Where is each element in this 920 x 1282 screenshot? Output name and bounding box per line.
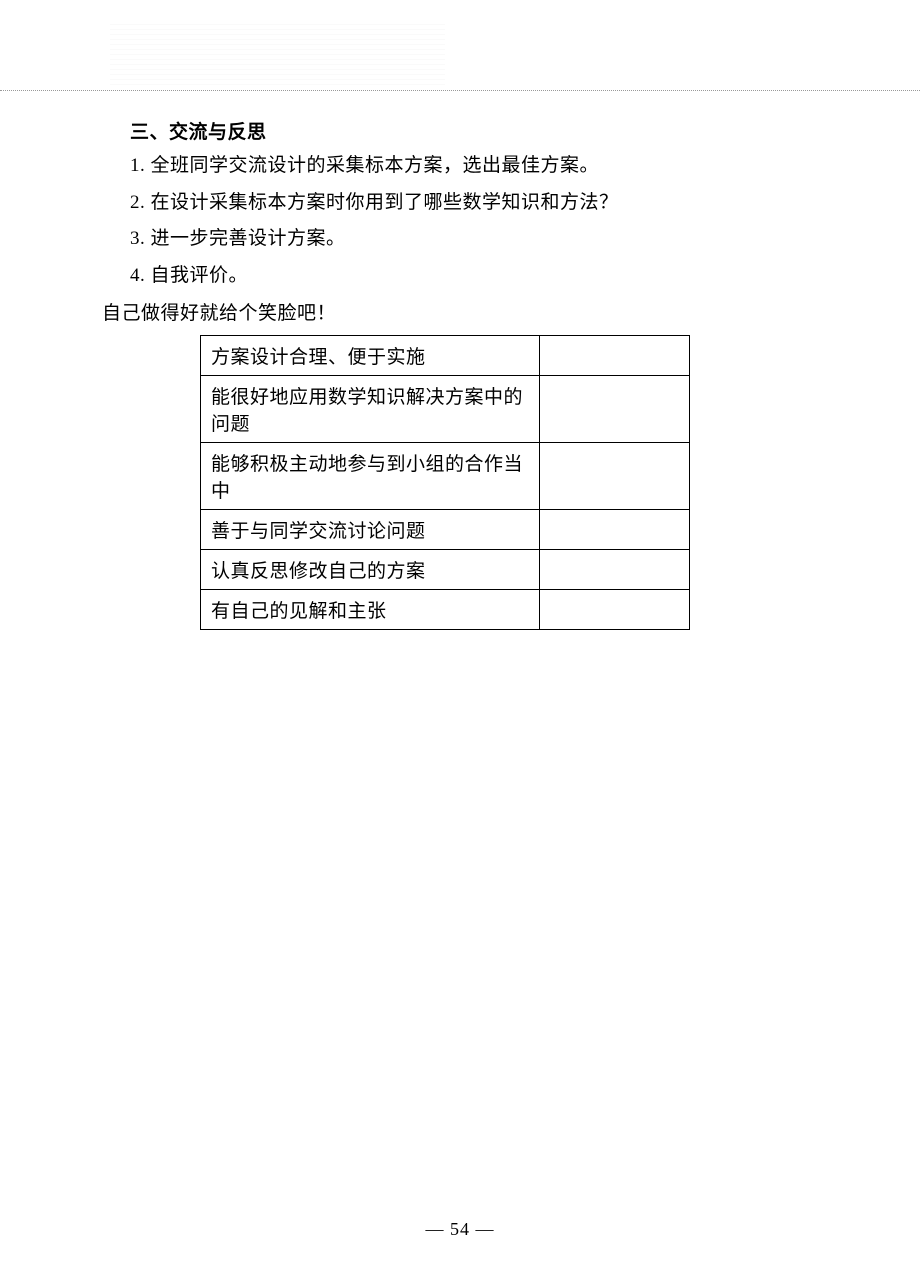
list-item: 4. 自我评价。 [130,262,830,291]
table-row: 善于与同学交流讨论问题 [201,510,690,550]
criteria-cell: 能很好地应用数学知识解决方案中的问题 [201,376,540,443]
table-row: 认真反思修改自己的方案 [201,550,690,590]
criteria-cell: 认真反思修改自己的方案 [201,550,540,590]
response-cell[interactable] [540,376,690,443]
table-row: 能够积极主动地参与到小组的合作当中 [201,443,690,510]
table-row: 能很好地应用数学知识解决方案中的问题 [201,376,690,443]
header-dotted-area [110,20,445,85]
list-item: 1. 全班同学交流设计的采集标本方案，选出最佳方案。 [130,152,830,181]
response-cell[interactable] [540,443,690,510]
criteria-cell: 能够积极主动地参与到小组的合作当中 [201,443,540,510]
section-title: 三、交流与反思 [130,117,830,144]
page-number: — 54 — [0,1219,920,1240]
response-cell[interactable] [540,510,690,550]
response-cell[interactable] [540,336,690,376]
criteria-cell: 方案设计合理、便于实施 [201,336,540,376]
criteria-cell: 有自己的见解和主张 [201,590,540,630]
divider-line [0,90,920,91]
evaluation-table: 方案设计合理、便于实施 能很好地应用数学知识解决方案中的问题 能够积极主动地参与… [200,335,690,630]
response-cell[interactable] [540,550,690,590]
criteria-cell: 善于与同学交流讨论问题 [201,510,540,550]
response-cell[interactable] [540,590,690,630]
table-row: 方案设计合理、便于实施 [201,336,690,376]
list-item: 2. 在设计采集标本方案时你用到了哪些数学知识和方法？ [130,189,830,218]
table-row: 有自己的见解和主张 [201,590,690,630]
main-content: 三、交流与反思 1. 全班同学交流设计的采集标本方案，选出最佳方案。 2. 在设… [130,117,830,630]
list-item: 3. 进一步完善设计方案。 [130,225,830,254]
intro-text: 自己做得好就给个笑脸吧！ [102,298,830,325]
